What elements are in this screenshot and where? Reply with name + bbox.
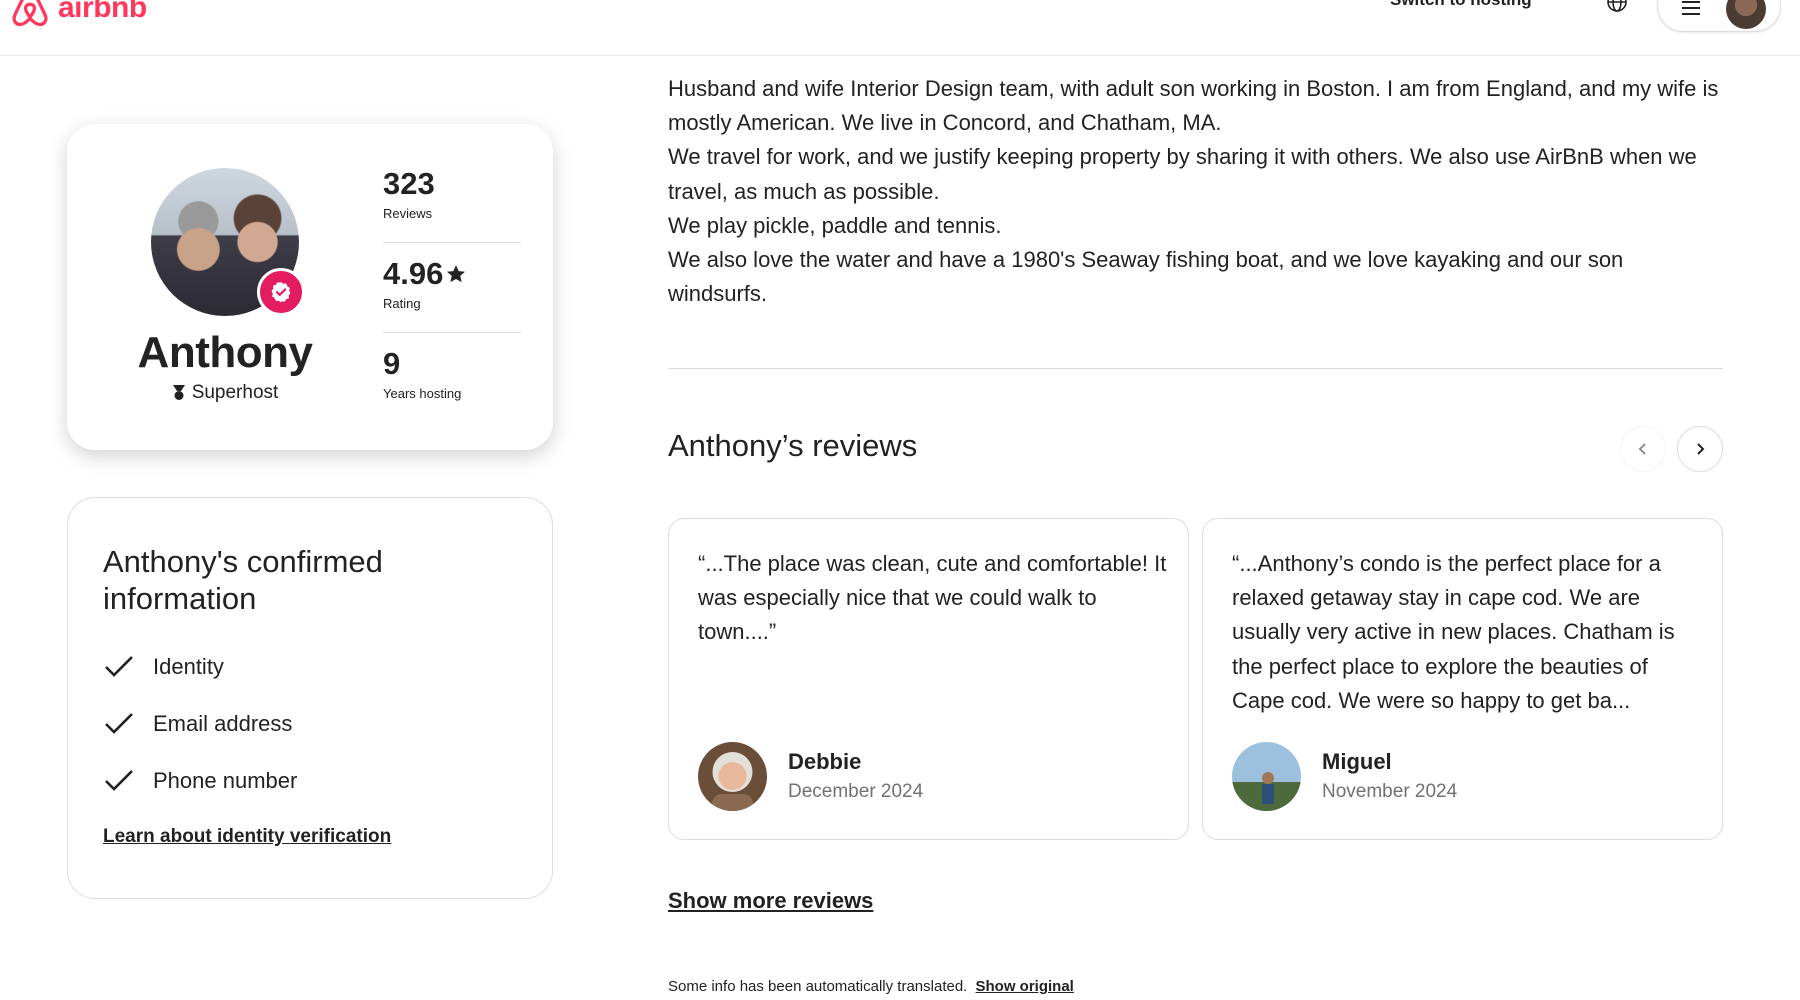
confirmed-item-phone: Phone number: [103, 768, 297, 794]
stat-rating-row: 4.96: [383, 256, 519, 292]
reviewer-name: Miguel: [1322, 749, 1392, 774]
host-about-text: Husband and wife Interior Design team, w…: [668, 72, 1728, 311]
show-more-reviews-link[interactable]: Show more reviews: [668, 888, 873, 914]
section-divider: [668, 368, 1723, 369]
check-icon: [105, 713, 133, 734]
about-paragraph: Husband and wife Interior Design team, w…: [668, 76, 1719, 136]
confirmed-item-label: Phone number: [153, 768, 298, 793]
star-icon: [447, 265, 466, 283]
reviewer-avatar: [1232, 742, 1301, 811]
show-original-link[interactable]: Show original: [976, 978, 1074, 995]
translation-note-text: Some info has been automatically transla…: [668, 978, 968, 995]
confirmed-item-identity: Identity: [103, 654, 224, 680]
globe-icon[interactable]: [1605, 0, 1629, 14]
review-date: December 2024: [788, 781, 924, 802]
confirmed-item-label: Email address: [153, 711, 293, 736]
airbnb-logo-icon: [12, 0, 48, 27]
review-date: November 2024: [1322, 781, 1458, 802]
airbnb-logo[interactable]: airbnb: [8, 0, 147, 30]
stat-divider: [383, 332, 521, 333]
host-name: Anthony: [137, 328, 313, 377]
switch-to-hosting-link[interactable]: Switch to hosting: [1390, 0, 1532, 10]
superhost-medal-icon: [172, 385, 185, 400]
confirmed-information-title: Anthony's confirmed information: [103, 544, 383, 616]
about-paragraph: We travel for work, and we justify keepi…: [668, 144, 1697, 204]
stat-rating-label: Rating: [383, 296, 421, 311]
review-text: “...Anthony’s condo is the perfect place…: [1232, 551, 1675, 713]
reviews-heading: Anthony’s reviews: [668, 428, 918, 463]
learn-identity-verification-link[interactable]: Learn about identity verification: [103, 826, 391, 848]
stat-divider: [383, 242, 521, 243]
superhost-text: Superhost: [191, 382, 279, 403]
review-card[interactable]: “...Anthony’s condo is the perfect place…: [1202, 518, 1723, 840]
airbnb-logo-text: airbnb: [58, 0, 147, 24]
confirmed-item-label: Identity: [153, 654, 224, 679]
confirmed-item-email: Email address: [103, 711, 292, 737]
stat-years-label: Years hosting: [383, 386, 462, 401]
about-paragraph: We play pickle, paddle and tennis.: [668, 212, 1002, 238]
reviews-next-button[interactable]: [1677, 426, 1723, 472]
reviews-previous-button[interactable]: [1620, 426, 1666, 472]
review-text: “...The place was clean, cute and comfor…: [698, 551, 1167, 645]
stat-rating-value: 4.96: [383, 256, 444, 291]
translation-note: Some info has been automatically transla…: [668, 978, 1074, 995]
reviewer-avatar: [698, 742, 767, 811]
stat-reviews-value: 323: [383, 166, 435, 201]
chevron-left-icon: [1638, 443, 1646, 455]
about-paragraph: We also love the water and have a 1980's…: [668, 247, 1624, 307]
top-navigation-bar: airbnb Switch to hosting: [0, 0, 1800, 56]
user-avatar: [1726, 0, 1766, 29]
reviewer-name: Debbie: [788, 749, 862, 774]
confirmed-information-card: Anthony's confirmed information Identity…: [67, 497, 553, 899]
check-icon: [105, 770, 133, 791]
check-icon: [105, 656, 133, 677]
hamburger-icon: [1682, 1, 1700, 19]
superhost-label: Superhost: [97, 382, 353, 404]
stat-years-value: 9: [383, 346, 401, 381]
user-menu-button[interactable]: [1657, 0, 1781, 32]
review-card[interactable]: “...The place was clean, cute and comfor…: [668, 518, 1189, 840]
stat-reviews: 323 Reviews: [383, 166, 519, 221]
host-profile-card: Anthony Superhost 323 Reviews 4.96 Ratin…: [67, 124, 553, 450]
stat-reviews-label: Reviews: [383, 206, 433, 221]
chevron-right-icon: [1697, 443, 1705, 455]
stat-rating: 4.96 Rating: [383, 256, 519, 311]
stat-years: 9 Years hosting: [383, 346, 519, 401]
verified-badge-icon: [257, 268, 305, 316]
